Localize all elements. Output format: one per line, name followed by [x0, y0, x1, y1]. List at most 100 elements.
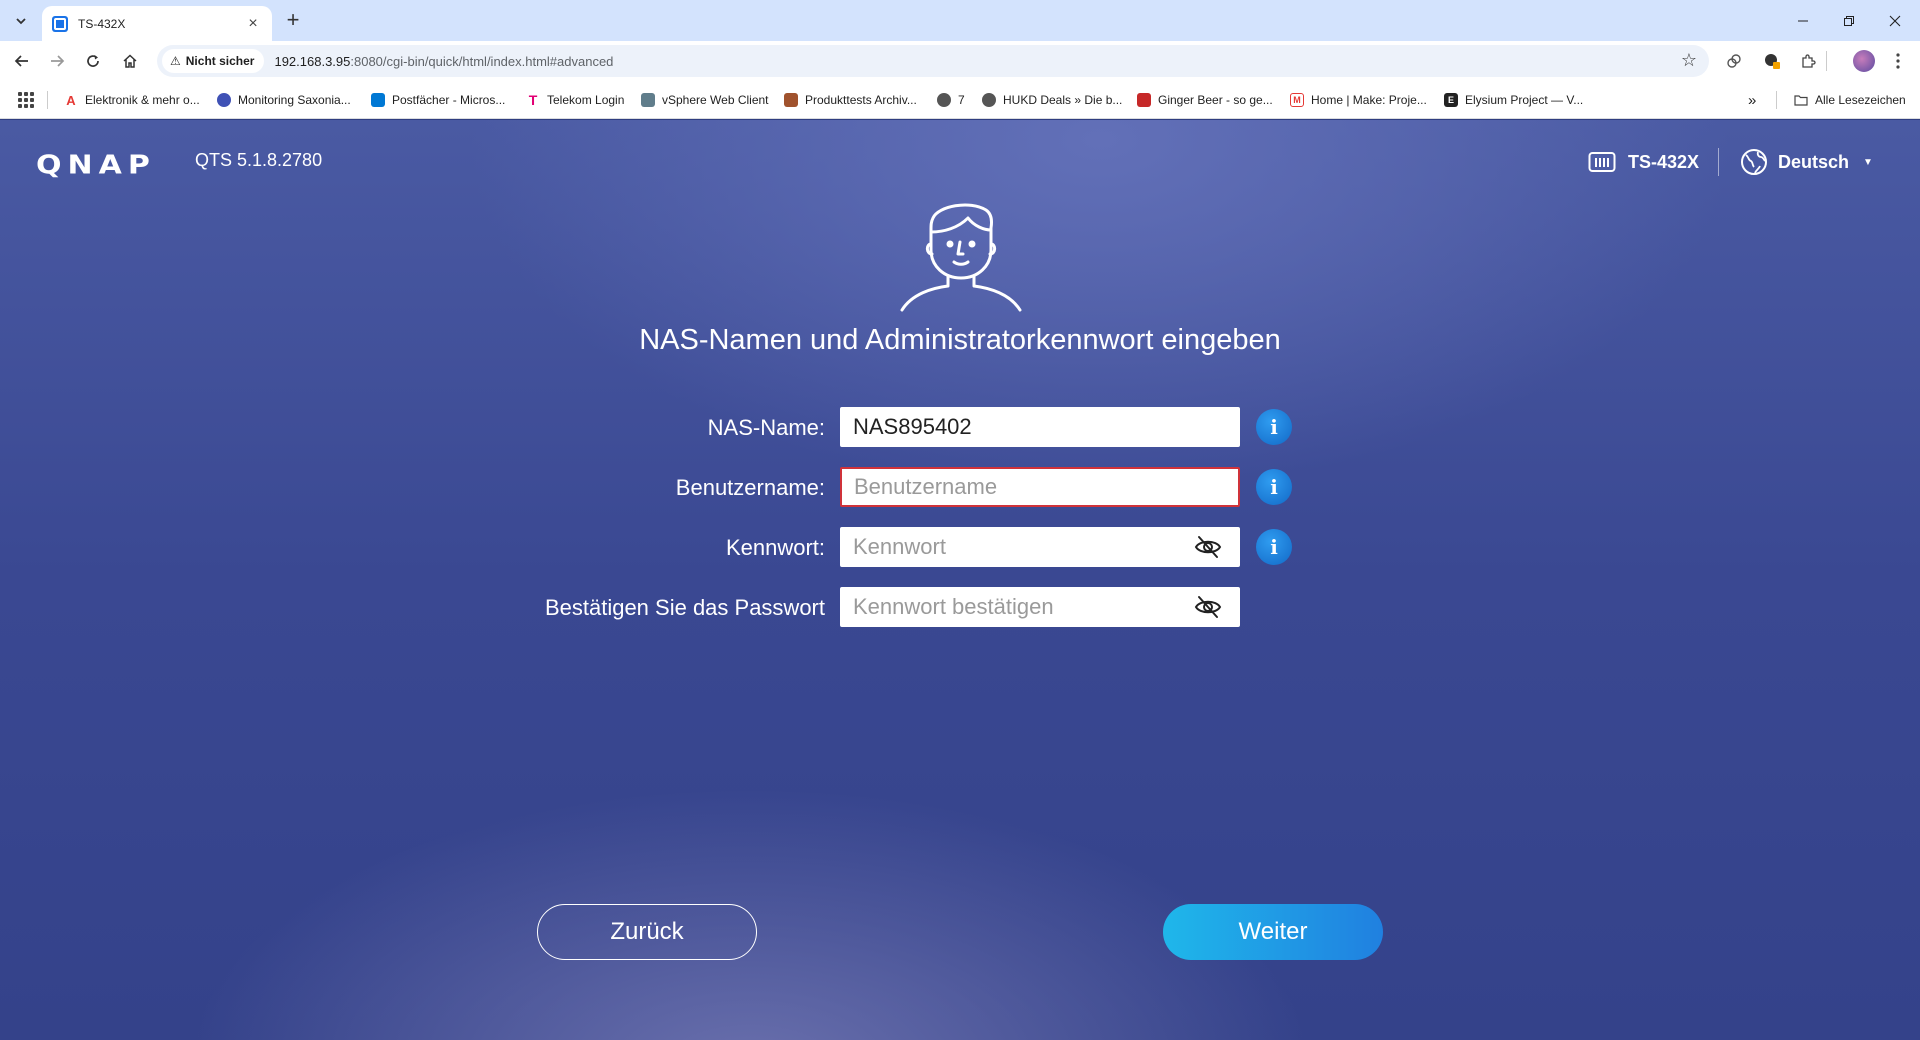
security-chip[interactable]: ⚠ Nicht sicher — [162, 49, 265, 73]
eye-slash-icon[interactable] — [1194, 595, 1222, 619]
bookmark-label: Produkttests Archiv... — [805, 93, 917, 107]
menu-kebab-icon[interactable] — [1886, 49, 1910, 73]
username-input[interactable] — [840, 467, 1240, 507]
globe-icon — [1741, 149, 1767, 175]
bookmark-favicon-icon — [641, 93, 655, 107]
bookmark-favicon-icon — [784, 93, 798, 107]
back-button[interactable]: Zurück — [537, 904, 757, 960]
qts-version: QTS 5.1.8.2780 — [195, 150, 323, 170]
nas-name-info-icon[interactable]: i — [1256, 409, 1292, 445]
password-label: Kennwort: — [725, 535, 825, 560]
browser-tab-active[interactable]: TS-432X × — [42, 6, 272, 41]
bookmark-elysium[interactable]: E Elysium Project — V... — [1444, 90, 1583, 110]
apps-grid-icon[interactable] — [18, 92, 34, 108]
qnap-favicon-icon — [52, 15, 68, 32]
bookmark-favicon-icon — [371, 93, 385, 107]
device-model: TS-432X — [1588, 144, 1699, 180]
bookmark-star-icon[interactable]: ☆ — [1681, 50, 1697, 71]
bookmark-favicon-icon: E — [1444, 93, 1458, 107]
bookmark-label: HUKD Deals » Die b... — [1003, 93, 1123, 107]
address-bar[interactable]: ⚠ Nicht sicher 192.168.3.95:8080/cgi-bin… — [157, 45, 1709, 77]
home-icon[interactable] — [117, 48, 143, 74]
bookmark-monitoring[interactable]: Monitoring Saxonia... — [217, 90, 351, 110]
nas-device-icon — [1588, 152, 1616, 172]
bookmark-favicon-icon — [982, 93, 996, 107]
bookmark-label: Elektronik & mehr o... — [85, 93, 200, 107]
bookmarks-overflow-icon[interactable]: » — [1748, 90, 1756, 110]
bookmark-7[interactable]: 7 — [937, 90, 965, 110]
tab-search-chevron-icon[interactable] — [8, 8, 34, 34]
bookmark-ginger-beer[interactable]: Ginger Beer - so ge... — [1137, 90, 1273, 110]
tab-close-icon[interactable]: × — [244, 15, 262, 33]
eye-slash-icon[interactable] — [1194, 535, 1222, 559]
bookmarks-bar: A Elektronik & mehr o... Monitoring Saxo… — [0, 81, 1920, 119]
minimize-icon[interactable] — [1780, 0, 1826, 41]
bookmark-label: 7 — [958, 93, 965, 107]
next-button[interactable]: Weiter — [1163, 904, 1383, 960]
language-selector[interactable]: Deutsch ▼ — [1740, 144, 1873, 180]
bookmarks-divider — [1776, 91, 1777, 109]
username-row: Benutzername: i — [0, 467, 1920, 507]
browser-tab-bar: TS-432X × + — [0, 0, 1920, 41]
bookmark-favicon-icon: A — [66, 92, 76, 108]
caret-down-icon: ▼ — [1863, 156, 1873, 168]
bookmark-vsphere[interactable]: vSphere Web Client — [641, 90, 769, 110]
confirm-password-input[interactable] — [840, 587, 1240, 627]
window-close-icon[interactable] — [1872, 0, 1918, 41]
tab-title: TS-432X — [78, 16, 126, 31]
bookmark-label: Telekom Login — [547, 93, 625, 107]
back-arrow-icon[interactable] — [9, 48, 35, 74]
bookmark-favicon-icon — [217, 93, 231, 107]
bookmark-label: Ginger Beer - so ge... — [1158, 93, 1273, 107]
extension-shield-icon[interactable] — [1760, 49, 1784, 73]
bookmark-label: Elysium Project — V... — [1465, 93, 1584, 107]
forward-arrow-icon[interactable] — [44, 48, 70, 74]
password-input[interactable] — [840, 527, 1240, 567]
url-host: 192.168.3.95 — [274, 53, 351, 69]
header-divider — [1718, 148, 1719, 176]
qnap-setup-page: QNAP QTS 5.1.8.2780 TS-432X Deutsch ▼ NA… — [0, 120, 1920, 1040]
bookmark-postfaecher[interactable]: Postfächer - Micros... — [371, 90, 505, 110]
bookmark-favicon-icon: T — [528, 92, 538, 108]
new-tab-plus-icon[interactable]: + — [280, 8, 306, 34]
browser-toolbar: ⚠ Nicht sicher 192.168.3.95:8080/cgi-bin… — [0, 41, 1920, 81]
username-info-icon[interactable]: i — [1256, 469, 1292, 505]
bookmark-telekom[interactable]: T Telekom Login — [526, 90, 625, 110]
bookmarks-divider — [47, 91, 48, 109]
url-text[interactable]: 192.168.3.95:8080/cgi-bin/quick/html/ind… — [274, 54, 613, 69]
password-info-icon[interactable]: i — [1256, 529, 1292, 565]
bookmark-favicon-icon: M — [1290, 93, 1304, 107]
qnap-logo: QNAP — [36, 150, 156, 181]
bookmark-label: vSphere Web Client — [662, 93, 769, 107]
confirm-password-row: Bestätigen Sie das Passwort — [0, 587, 1920, 627]
all-bookmarks-label: Alle Lesezeichen — [1815, 93, 1906, 107]
nas-name-row: NAS-Name: i — [0, 407, 1920, 447]
folder-icon — [1794, 93, 1808, 107]
bookmark-globe-icon — [937, 93, 951, 107]
bookmark-label: Postfächer - Micros... — [392, 93, 506, 107]
bookmark-hukd[interactable]: HUKD Deals » Die b... — [982, 90, 1122, 110]
page-title: NAS-Namen und Administratorkennwort eing… — [639, 324, 1281, 356]
nas-name-label: NAS-Name: — [707, 415, 825, 440]
bookmark-favicon-icon — [1137, 93, 1151, 107]
nas-name-input[interactable] — [840, 407, 1240, 447]
toolbar-divider — [1826, 51, 1827, 71]
restore-icon[interactable] — [1826, 0, 1872, 41]
reload-icon[interactable] — [80, 48, 106, 74]
bookmark-label: Home | Make: Proje... — [1311, 93, 1427, 107]
url-path: :8080/cgi-bin/quick/html/index.html#adva… — [350, 53, 614, 69]
extensions-puzzle-icon[interactable] — [1796, 49, 1820, 73]
all-bookmarks[interactable]: Alle Lesezeichen — [1794, 90, 1906, 110]
bookmark-make[interactable]: M Home | Make: Proje... — [1290, 90, 1427, 110]
bookmark-elektronik[interactable]: A Elektronik & mehr o... — [64, 90, 200, 110]
bookmark-produkttests[interactable]: Produkttests Archiv... — [784, 90, 917, 110]
model-name: TS-432X — [1628, 151, 1700, 172]
password-row: Kennwort: i — [0, 527, 1920, 567]
profile-avatar[interactable] — [1853, 50, 1875, 72]
extension-link-icon[interactable] — [1722, 49, 1746, 73]
username-label: Benutzername: — [675, 475, 825, 500]
language-label: Deutsch — [1778, 151, 1850, 172]
bookmark-label: Monitoring Saxonia... — [238, 93, 351, 107]
warning-triangle-icon: ⚠ — [170, 54, 181, 68]
confirm-password-label: Bestätigen Sie das Passwort — [544, 595, 825, 620]
